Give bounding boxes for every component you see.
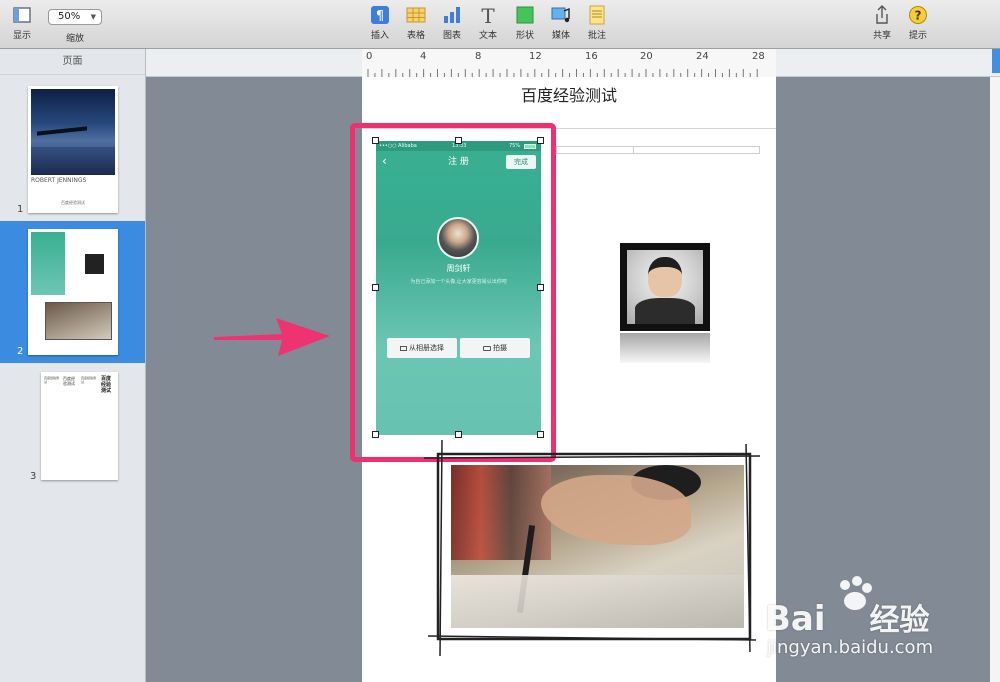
chevron-down-icon: ▼	[90, 13, 96, 21]
table-button[interactable]: 表格	[396, 5, 436, 41]
thumbnail-text-c: 百度经验测试	[81, 376, 97, 384]
ruler-label: 28	[752, 51, 765, 62]
thumbnail-text-d: 百度经验测试	[101, 376, 112, 394]
zoom-select[interactable]: 50% ▼	[48, 9, 102, 25]
page-thumbnails-sidebar: 页面 ROBERT JENNINGS 百度经验测试 1 2 百度经验测试 百度经…	[0, 49, 146, 682]
paragraph-icon: ¶	[371, 6, 389, 24]
calligraphy-photo[interactable]	[451, 465, 744, 628]
table-icon	[406, 7, 426, 23]
thumbnail-text-a: 百度经验测试	[44, 376, 60, 384]
svg-text:T: T	[481, 5, 495, 25]
text-button[interactable]: T 文本	[468, 5, 508, 41]
shape-button[interactable]: 形状	[505, 5, 545, 41]
baidu-watermark: Bai 经验 jingyan.baidu.com	[765, 575, 995, 680]
view-button[interactable]: 显示	[2, 5, 42, 41]
thumbnail-text-b: 百度经验测试	[63, 376, 75, 386]
page-number-2: 2	[17, 346, 24, 357]
bar-chart-icon	[444, 7, 460, 23]
media-button[interactable]: 媒体	[541, 5, 581, 41]
horizontal-ruler[interactable]: 0 4 8 12 16 20 24 28	[362, 49, 776, 77]
shape-label: 形状	[515, 31, 534, 41]
portrait-reflection	[620, 333, 710, 363]
media-label: 媒体	[551, 31, 570, 41]
page-number-3: 3	[30, 471, 37, 482]
share-button[interactable]: 共享	[862, 5, 902, 41]
ruler-label: 8	[475, 51, 482, 62]
view-icon	[13, 7, 31, 23]
share-icon	[876, 5, 888, 24]
thumbnail-footer: 百度经验测试	[61, 200, 85, 205]
comment-icon	[589, 5, 605, 25]
zoom-label: 缩放	[66, 34, 85, 44]
page-thumbnail-3[interactable]: 百度经验测试 百度经验测试 百度经验测试 百度经验测试	[41, 372, 118, 480]
arrow-right-icon	[214, 318, 330, 356]
ruler-label: 20	[640, 51, 653, 62]
comment-button[interactable]: 批注	[577, 5, 617, 41]
svg-text:¶: ¶	[376, 9, 384, 24]
ruler-label: 16	[585, 51, 598, 62]
insert-label: 插入	[370, 31, 389, 41]
highlight-frame	[350, 123, 556, 462]
page-thumbnail-1[interactable]: ROBERT JENNINGS 百度经验测试	[28, 86, 118, 213]
thumbnail-caption: ROBERT JENNINGS	[31, 177, 87, 184]
help-icon: ?	[909, 6, 927, 24]
zoom-value: 50%	[58, 11, 81, 22]
comment-label: 批注	[587, 31, 606, 41]
toolbar: 显示 50% ▼ 缩放 ¶ 插入 表格 图表 T 文本 形状 媒体 批注 共享 …	[0, 0, 1000, 49]
text-label: 文本	[478, 31, 497, 41]
tips-label: 提示	[908, 31, 927, 41]
table-outline[interactable]	[556, 146, 760, 154]
ruler-label: 12	[529, 51, 542, 62]
insert-button[interactable]: ¶ 插入	[360, 5, 400, 41]
page-title[interactable]: 百度经验测试	[362, 82, 776, 106]
ruler-label: 4	[420, 51, 427, 62]
thumbnail-phone	[31, 232, 65, 295]
share-label: 共享	[872, 31, 891, 41]
scrollbar-thumb[interactable]	[992, 49, 1000, 73]
page-number-1: 1	[17, 204, 24, 215]
table-label: 表格	[406, 31, 425, 41]
shape-icon	[516, 6, 534, 24]
thumbnail-calligraphy	[45, 302, 112, 340]
portrait-photo[interactable]	[627, 250, 703, 324]
sidebar-header: 页面	[0, 49, 145, 75]
view-label: 显示	[12, 31, 31, 41]
chart-button[interactable]: 图表	[432, 5, 472, 41]
watermark-url: jingyan.baidu.com	[767, 637, 934, 658]
svg-text:?: ?	[915, 9, 922, 23]
page-thumbnail-2[interactable]	[28, 229, 118, 355]
text-icon: T	[481, 5, 495, 25]
thumbnail-portrait	[85, 254, 104, 274]
media-icon	[551, 7, 570, 23]
watermark-suffix: 经验	[869, 603, 930, 638]
watermark-brand: Bai	[765, 599, 826, 639]
ruler-label: 24	[696, 51, 709, 62]
chart-label: 图表	[442, 31, 461, 41]
tips-button[interactable]: ? 提示	[898, 5, 938, 41]
thumbnail-photo	[31, 89, 115, 175]
ruler-label: 0	[366, 51, 373, 62]
